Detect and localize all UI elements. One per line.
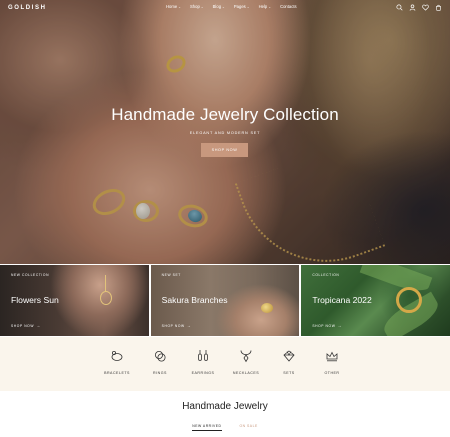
chevron-down-icon: ⌄ — [246, 4, 250, 9]
category-sets[interactable]: SETS — [269, 349, 309, 375]
user-icon[interactable] — [409, 4, 416, 11]
bracelet-icon — [111, 351, 123, 361]
collection-tag: COLLECTION — [312, 273, 340, 277]
cart-icon[interactable] — [435, 4, 442, 11]
crown-icon — [326, 351, 338, 362]
chevron-down-icon: ⌄ — [222, 4, 225, 9]
shop-now-link[interactable]: SHOP NOW → — [11, 323, 41, 328]
rings-icon — [155, 351, 166, 362]
arrow-right-icon: → — [186, 323, 192, 328]
earrings-icon — [198, 350, 208, 361]
collection-tag: NEW COLLECTION — [11, 273, 50, 277]
chevron-down-icon: ⌄ — [200, 4, 204, 9]
section-title: Handmade Jewelry — [182, 401, 268, 412]
tab-new-arrived[interactable]: NEW ARRIVED — [192, 424, 222, 431]
arrow-right-icon: → — [337, 323, 343, 328]
main-menu: Home ⌄ Shop ⌄ Blog ⌄ Pages ⌄ Help ⌄ Contacts — [166, 4, 297, 9]
menu-item-blog[interactable]: Blog ⌄ — [213, 4, 225, 9]
category-bracelets[interactable]: BRACELETS — [97, 349, 137, 375]
product-tabs: NEW ARRIVED ON SALE — [0, 424, 450, 431]
menu-item-pages[interactable]: Pages ⌄ — [234, 4, 250, 9]
heart-icon[interactable] — [422, 4, 429, 11]
collection-card-sakura-branches[interactable]: NEW SET Sakura Branches SHOP NOW → — [150, 265, 300, 336]
shop-now-link[interactable]: SHOP NOW → — [162, 323, 192, 328]
shop-now-button[interactable]: SHOP NOW — [201, 143, 248, 157]
hero-subtitle: ELEGANT AND MODERN SET — [189, 131, 261, 135]
hero-title: Handmade Jewelry Collection — [111, 105, 339, 124]
menu-item-contacts[interactable]: Contacts — [280, 4, 297, 9]
tab-on-sale[interactable]: ON SALE — [240, 424, 258, 431]
menu-item-home[interactable]: Home ⌄ — [166, 4, 181, 9]
category-rings[interactable]: RINGS — [140, 349, 180, 375]
chevron-down-icon: ⌄ — [268, 4, 272, 9]
necklace-icon — [240, 350, 252, 363]
shop-now-link[interactable]: SHOP NOW → — [312, 323, 342, 328]
collection-tag: NEW SET — [161, 273, 181, 277]
chevron-down-icon: ⌄ — [178, 4, 182, 9]
header-icons — [396, 4, 442, 11]
category-earrings[interactable]: EARRINGS — [183, 349, 223, 375]
category-other[interactable]: OTHER — [312, 349, 352, 375]
arrow-right-icon: → — [36, 323, 41, 328]
collection-card-tropicana[interactable]: COLLECTION Tropicana 2022 SHOP NOW → — [301, 265, 450, 336]
top-navigation: GOLDISH Home ⌄ Shop ⌄ Blog ⌄ Pages ⌄ Help ⌄ C… — [0, 0, 450, 16]
menu-item-help[interactable]: Help ⌄ — [259, 4, 271, 9]
collection-card-flowers-sun[interactable]: NEW COLLECTION Flowers Sun SHOP NOW → — [0, 265, 149, 336]
sets-icon — [283, 350, 295, 362]
hero-banner: GOLDISH Home ⌄ Shop ⌄ Blog ⌄ Pages ⌄ Help ⌄ C… — [0, 0, 450, 264]
pendant-image — [100, 291, 112, 305]
menu-item-shop[interactable]: Shop ⌄ — [190, 4, 204, 9]
site-logo[interactable]: GOLDISH — [8, 5, 47, 11]
collection-name: Tropicana 2022 — [312, 295, 372, 305]
search-icon[interactable] — [396, 4, 403, 11]
collection-name: Flowers Sun — [11, 295, 59, 305]
category-necklaces[interactable]: NECKLACES — [226, 349, 266, 375]
category-bar: BRACELETS RINGS EARRINGS NECKLACES SETS … — [0, 337, 450, 391]
collection-name: Sakura Branches — [161, 295, 228, 305]
ring-image — [260, 303, 273, 313]
collection-cards: NEW COLLECTION Flowers Sun SHOP NOW → NEW… — [0, 265, 450, 336]
